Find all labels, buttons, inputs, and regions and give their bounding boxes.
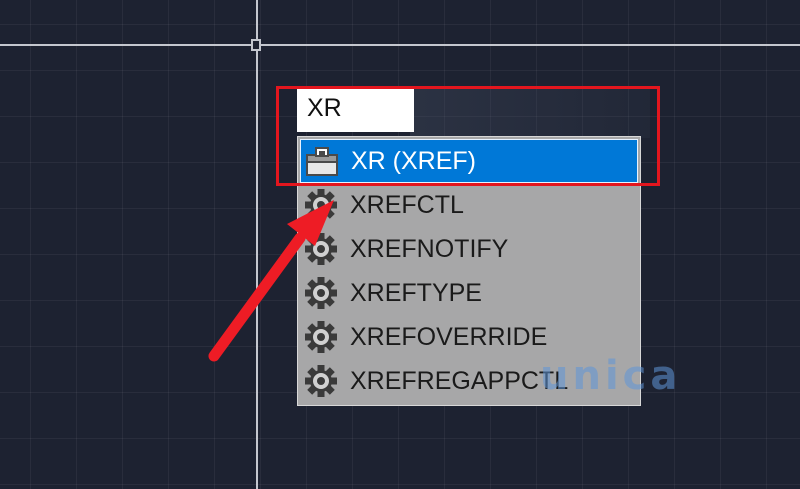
annotation-arrow [208,200,334,362]
